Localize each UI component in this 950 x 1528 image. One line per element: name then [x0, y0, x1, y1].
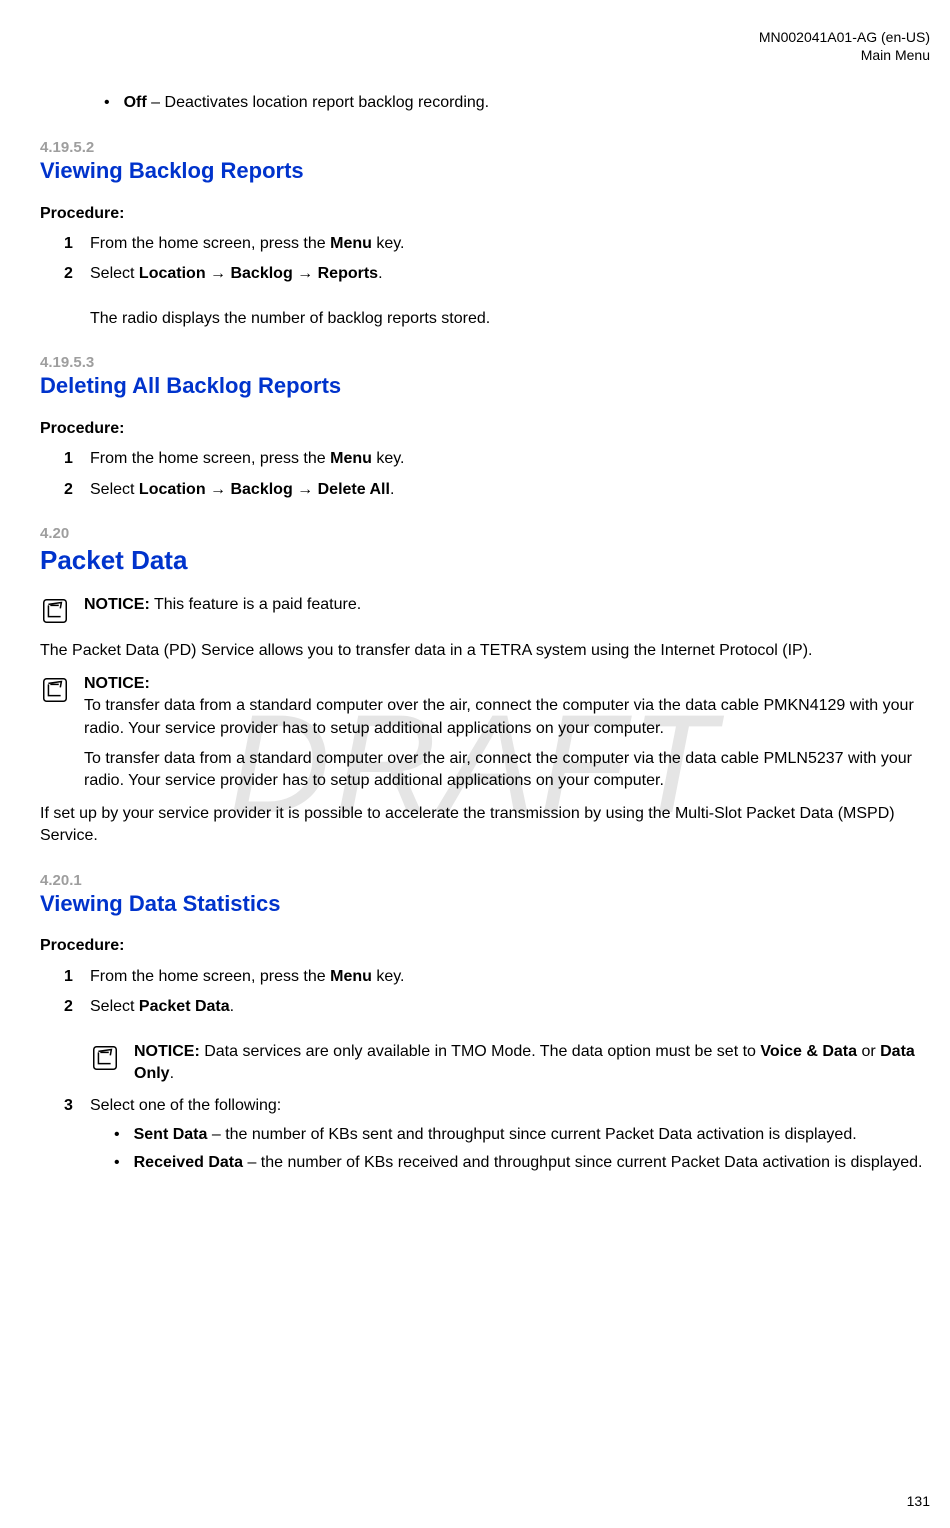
step-3-options: • Sent Data – the number of KBs sent and…: [90, 1124, 930, 1175]
section-title: Deleting All Backlog Reports: [40, 371, 930, 402]
section-number: 4.20.1: [40, 870, 930, 891]
step-text-a: Select: [90, 481, 139, 498]
notice-label: NOTICE:: [134, 1043, 200, 1060]
option-desc: – the number of KBs sent and throughput …: [207, 1126, 856, 1143]
procedure-label: Procedure:: [40, 935, 930, 957]
page-content: MN002041A01-AG (en-US) Main Menu • Off –…: [0, 0, 950, 1223]
step-text-a: From the home screen, press the: [90, 235, 330, 252]
section-number: 4.19.5.2: [40, 137, 930, 158]
step-text-b: Menu: [330, 968, 372, 985]
page-header: MN002041A01-AG (en-US) Main Menu: [40, 28, 930, 64]
intro-bullet-list: • Off – Deactivates location report back…: [104, 92, 930, 114]
step-text-a: From the home screen, press the: [90, 450, 330, 467]
section-number: 4.20: [40, 523, 930, 544]
intro-bullet-off: • Off – Deactivates location report back…: [104, 92, 930, 114]
step-text-c: .: [378, 265, 382, 282]
notice-b: Voice & Data: [760, 1043, 857, 1060]
option-desc: – the number of KBs received and through…: [243, 1154, 923, 1171]
step-text-c: key.: [372, 235, 405, 252]
section-number: 4.19.5.3: [40, 352, 930, 373]
section-41953: 4.19.5.3 Deleting All Backlog Reports Pr…: [40, 352, 930, 501]
notice-p1: To transfer data from a standard compute…: [84, 695, 930, 740]
option-term: Received Data: [134, 1154, 243, 1171]
option-text: Sent Data – the number of KBs sent and t…: [134, 1124, 857, 1146]
intro-bullet-term: Off: [124, 94, 147, 111]
notice-label: NOTICE:: [84, 596, 150, 613]
step-text: Select Packet Data.: [90, 996, 930, 1018]
step-text-b: Packet Data: [139, 998, 230, 1015]
step-1: From the home screen, press the Menu key…: [40, 966, 930, 988]
step-2: Select Location → Backlog → Reports.: [40, 263, 930, 285]
step-text-c: key.: [372, 968, 405, 985]
step-result: The radio displays the number of backlog…: [90, 308, 930, 330]
procedure-steps: From the home screen, press the Menu key…: [40, 448, 930, 501]
step-text-b: Menu: [330, 450, 372, 467]
notice-c: or: [857, 1043, 880, 1060]
header-section: Main Menu: [40, 46, 930, 64]
notice-tmo-mode: NOTICE: Data services are only available…: [90, 1041, 930, 1086]
header-doc-id: MN002041A01-AG (en-US): [40, 28, 930, 46]
notice-text: NOTICE: To transfer data from a standard…: [84, 673, 930, 740]
notice-text: NOTICE: Data services are only available…: [134, 1041, 930, 1086]
step-text-a: Select: [90, 998, 139, 1015]
procedure-steps: From the home screen, press the Menu key…: [40, 233, 930, 286]
notice-icon: [90, 1043, 120, 1073]
section-title: Viewing Backlog Reports: [40, 156, 930, 187]
notice-p2: To transfer data from a standard compute…: [84, 748, 930, 793]
intro-bullet-desc: – Deactivates location report backlog re…: [147, 94, 489, 111]
step-text-c: key.: [372, 450, 405, 467]
step-text-b: Location → Backlog → Reports: [139, 265, 378, 282]
notice-icon: [40, 596, 70, 626]
intro-bullet-text: Off – Deactivates location report backlo…: [124, 92, 490, 114]
notice-text: NOTICE: This feature is a paid feature.: [84, 594, 930, 616]
procedure-steps-cont: Select one of the following: • Sent Data…: [40, 1095, 930, 1180]
option-text: Received Data – the number of KBs receiv…: [134, 1152, 923, 1174]
notice-content: This feature is a paid feature.: [150, 596, 361, 613]
procedure-label: Procedure:: [40, 203, 930, 225]
step-text-c: .: [230, 998, 234, 1015]
step-text: Select one of the following: • Sent Data…: [90, 1095, 930, 1180]
page-number: 131: [907, 1492, 930, 1512]
step-3-intro: Select one of the following:: [90, 1095, 930, 1117]
step-text-b: Menu: [330, 235, 372, 252]
procedure-steps: From the home screen, press the Menu key…: [40, 966, 930, 1019]
step-2: Select Location → Backlog → Delete All.: [40, 479, 930, 501]
section-4201: 4.20.1 Viewing Data Statistics Procedure…: [40, 870, 930, 1181]
bullet-icon: •: [114, 1152, 120, 1174]
option-received-data: • Received Data – the number of KBs rece…: [114, 1152, 930, 1174]
notice-icon: [40, 675, 70, 705]
bullet-icon: •: [104, 92, 110, 114]
step-3: Select one of the following: • Sent Data…: [40, 1095, 930, 1180]
step-text-a: From the home screen, press the: [90, 968, 330, 985]
step-1: From the home screen, press the Menu key…: [40, 233, 930, 255]
notice-paid-feature: NOTICE: This feature is a paid feature.: [40, 594, 930, 626]
step-text: From the home screen, press the Menu key…: [90, 966, 930, 988]
notice-label: NOTICE:: [84, 675, 150, 692]
mspd-para: If set up by your service provider it is…: [40, 803, 930, 848]
bullet-icon: •: [114, 1124, 120, 1146]
step-text-b: Location → Backlog → Delete All: [139, 481, 390, 498]
step-text: Select Location → Backlog → Reports.: [90, 263, 930, 285]
option-term: Sent Data: [134, 1126, 208, 1143]
packet-data-intro: The Packet Data (PD) Service allows you …: [40, 640, 930, 662]
section-420: 4.20 Packet Data NOTICE: This feature is…: [40, 523, 930, 848]
notice-a: Data services are only available in TMO …: [200, 1043, 761, 1060]
step-text-c: .: [390, 481, 394, 498]
step-1: From the home screen, press the Menu key…: [40, 448, 930, 470]
step-2: Select Packet Data.: [40, 996, 930, 1018]
notice-e: .: [170, 1065, 174, 1082]
option-sent-data: • Sent Data – the number of KBs sent and…: [114, 1124, 930, 1146]
section-title: Packet Data: [40, 542, 930, 578]
section-title: Viewing Data Statistics: [40, 889, 930, 920]
step-text: From the home screen, press the Menu key…: [90, 448, 930, 470]
notice-data-cable: NOTICE: To transfer data from a standard…: [40, 673, 930, 740]
section-41952: 4.19.5.2 Viewing Backlog Reports Procedu…: [40, 137, 930, 330]
step-text-a: Select: [90, 265, 139, 282]
step-text: From the home screen, press the Menu key…: [90, 233, 930, 255]
step-text: Select Location → Backlog → Delete All.: [90, 479, 930, 501]
procedure-label: Procedure:: [40, 418, 930, 440]
